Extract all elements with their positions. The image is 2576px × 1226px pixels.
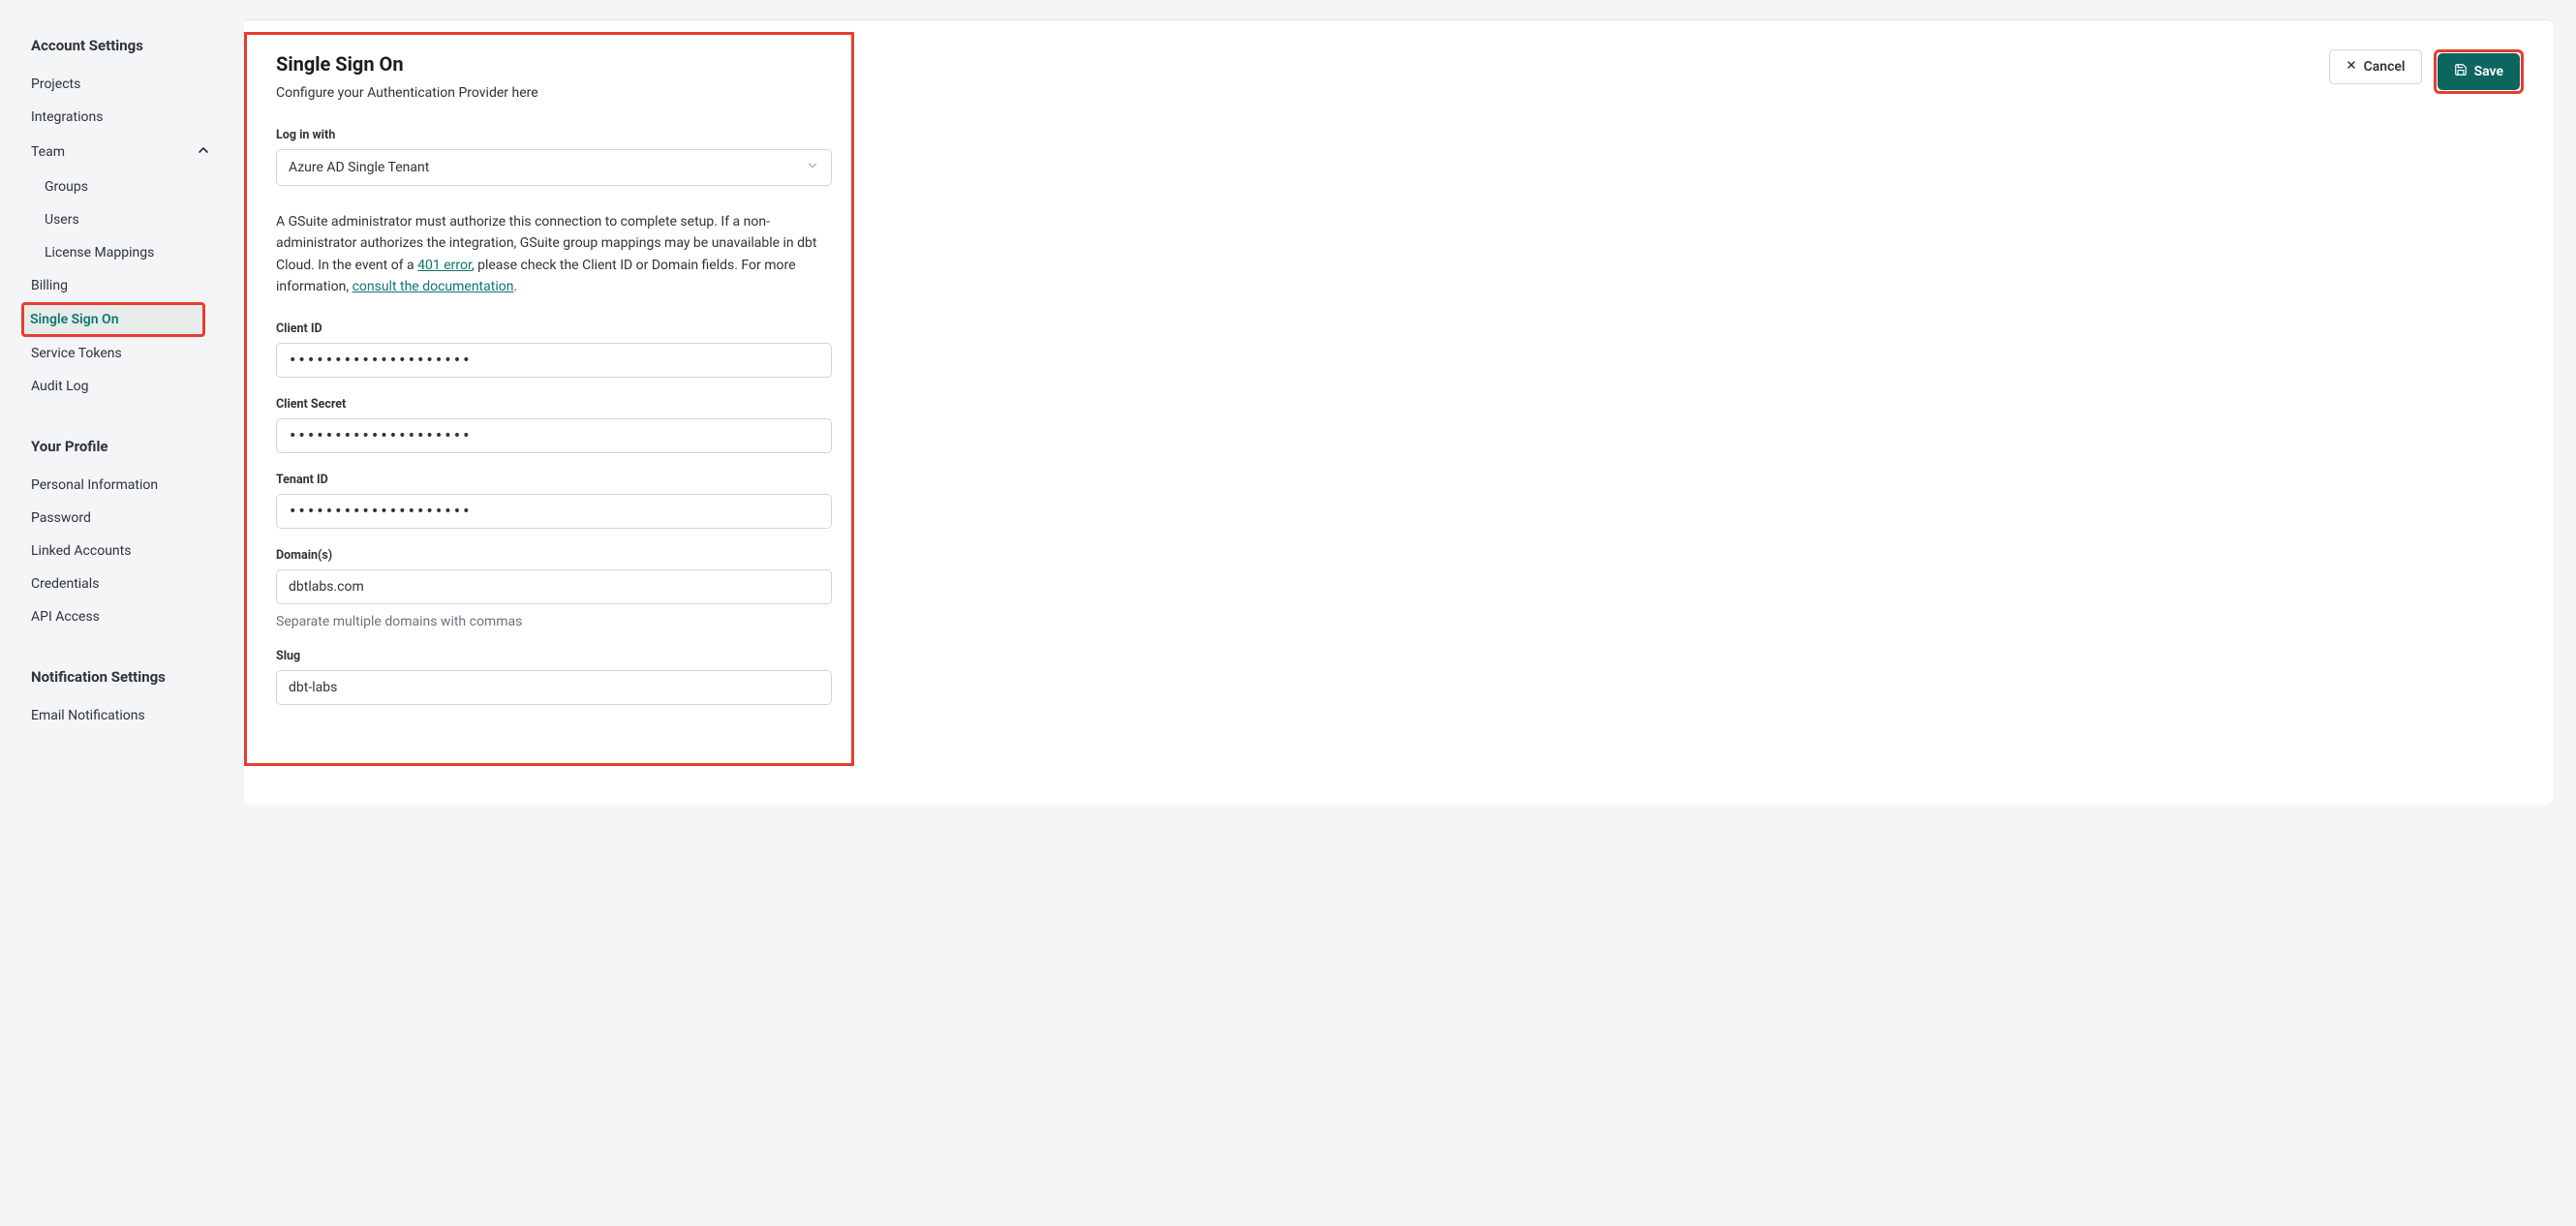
sidebar-item-team[interactable]: Team [31,134,221,170]
main-content: Single Sign On Configure your Authentica… [221,0,2576,1226]
client-secret-label: Client Secret [276,397,832,412]
sidebar-item-audit-log[interactable]: Audit Log [31,370,221,403]
tenant-id-input[interactable] [276,494,832,529]
chevron-down-icon [806,159,819,176]
notification-settings-header: Notification Settings [31,668,221,686]
save-label: Save [2474,64,2503,79]
main-card: Single Sign On Configure your Authentica… [244,19,2553,805]
client-id-label: Client ID [276,322,832,336]
sidebar-item-sso[interactable]: Single Sign On [21,302,205,337]
client-secret-input[interactable] [276,418,832,453]
sidebar-item-email-notifications[interactable]: Email Notifications [31,699,221,732]
chevron-up-icon [196,142,211,162]
sidebar-item-billing[interactable]: Billing [31,269,221,302]
actions-area: Cancel Save [874,49,2524,766]
save-button[interactable]: Save [2438,53,2520,90]
cancel-button[interactable]: Cancel [2329,49,2422,84]
slug-field-group: Slug [276,649,832,705]
sidebar-item-groups[interactable]: Groups [31,170,221,203]
your-profile-header: Your Profile [31,438,221,455]
tenant-id-field-group: Tenant ID [276,473,832,529]
domains-label: Domain(s) [276,548,832,563]
sidebar-item-api-access[interactable]: API Access [31,600,221,633]
sidebar: Account Settings Projects Integrations T… [0,0,221,1226]
client-id-input[interactable] [276,343,832,378]
docs-link[interactable]: consult the documentation [353,279,514,294]
info-text: A GSuite administrator must authorize th… [276,211,832,298]
domains-input[interactable] [276,569,832,604]
tenant-id-label: Tenant ID [276,473,832,487]
sidebar-item-personal-info[interactable]: Personal Information [31,469,221,502]
sidebar-item-password[interactable]: Password [31,502,221,535]
client-id-field-group: Client ID [276,322,832,378]
login-with-field-group: Log in with Azure AD Single Tenant [276,128,832,186]
login-with-select[interactable]: Azure AD Single Tenant [276,149,832,186]
client-secret-field-group: Client Secret [276,397,832,453]
save-icon [2454,63,2468,80]
close-icon [2346,59,2357,75]
save-highlight: Save [2434,49,2524,94]
domains-field-group: Domain(s) Separate multiple domains with… [276,548,832,629]
sso-form: Single Sign On Configure your Authentica… [244,32,854,766]
slug-label: Slug [276,649,832,663]
sidebar-item-integrations[interactable]: Integrations [31,101,221,134]
sidebar-item-license-mappings[interactable]: License Mappings [31,236,221,269]
domains-helper-text: Separate multiple domains with commas [276,614,832,629]
sidebar-item-service-tokens[interactable]: Service Tokens [31,337,221,370]
sidebar-item-credentials[interactable]: Credentials [31,567,221,600]
slug-input[interactable] [276,670,832,705]
sidebar-item-projects[interactable]: Projects [31,68,221,101]
sidebar-item-label: Team [31,144,65,160]
sidebar-item-users[interactable]: Users [31,203,221,236]
sidebar-item-linked-accounts[interactable]: Linked Accounts [31,535,221,567]
page-title: Single Sign On [276,52,832,76]
cancel-label: Cancel [2364,59,2406,75]
page-subtitle: Configure your Authentication Provider h… [276,85,832,101]
select-value: Azure AD Single Tenant [289,160,429,175]
error-link[interactable]: 401 error [417,258,472,273]
login-with-label: Log in with [276,128,832,142]
account-settings-header: Account Settings [31,37,221,54]
